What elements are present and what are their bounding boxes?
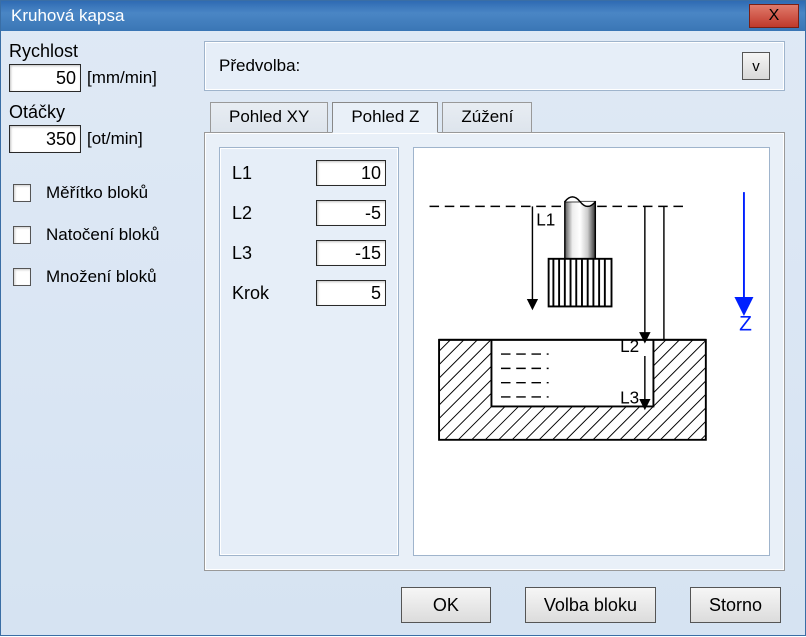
rychlost-input[interactable] xyxy=(9,64,81,92)
close-button[interactable]: X xyxy=(749,4,799,28)
window-title: Kruhová kapsa xyxy=(11,6,124,26)
diagram-box: L1 L2 L3 Z xyxy=(413,147,770,556)
preset-dropdown-button[interactable]: v xyxy=(742,52,770,80)
content: Rychlost [mm/min] Otáčky [ot/min] Měřítk… xyxy=(1,31,805,637)
meritko-checkbox[interactable] xyxy=(13,184,31,202)
mnozeni-checkbox-row[interactable]: Množení bloků xyxy=(9,265,188,289)
diagram-l2-label: L2 xyxy=(620,336,639,356)
natoceni-label: Natočení bloků xyxy=(46,225,159,245)
window: Kruhová kapsa X Rychlost [mm/min] Otáčky… xyxy=(0,0,806,636)
meritko-label: Měřítko bloků xyxy=(46,183,148,203)
otacky-label: Otáčky xyxy=(9,102,188,123)
tabstrip: Pohled XY Pohled Z Zúžení xyxy=(204,101,785,132)
preset-box: Předvolba: v xyxy=(204,41,785,91)
storno-button[interactable]: Storno xyxy=(690,587,781,623)
l1-input[interactable] xyxy=(316,160,386,186)
tab-zuzeni[interactable]: Zúžení xyxy=(442,102,532,133)
tab-pohled-xy[interactable]: Pohled XY xyxy=(210,102,328,133)
mnozeni-checkbox[interactable] xyxy=(13,268,31,286)
l2-label: L2 xyxy=(232,203,252,224)
ok-button[interactable]: OK xyxy=(401,587,491,623)
button-bar: OK Volba bloku Storno xyxy=(204,571,785,623)
params-panel: L1 L2 L3 Krok xyxy=(219,147,399,556)
right-area: Předvolba: v Pohled XY Pohled Z Zúžení L… xyxy=(196,31,805,637)
natoceni-checkbox-row[interactable]: Natočení bloků xyxy=(9,223,188,247)
l3-label: L3 xyxy=(232,243,252,264)
krok-input[interactable] xyxy=(316,280,386,306)
tab-body: L1 L2 L3 Krok xyxy=(204,132,785,571)
l3-input[interactable] xyxy=(316,240,386,266)
rychlost-unit: [mm/min] xyxy=(87,68,157,88)
meritko-checkbox-row[interactable]: Měřítko bloků xyxy=(9,181,188,205)
diagram-l3-label: L3 xyxy=(620,388,639,408)
diagram-z-label: Z xyxy=(739,312,752,335)
natoceni-checkbox[interactable] xyxy=(13,226,31,244)
diagram-l1-label: L1 xyxy=(536,209,555,229)
diagram-svg: L1 L2 L3 Z xyxy=(420,154,763,478)
left-panel: Rychlost [mm/min] Otáčky [ot/min] Měřítk… xyxy=(1,31,196,637)
otacky-input[interactable] xyxy=(9,125,81,153)
preset-label: Předvolba: xyxy=(219,56,300,76)
l1-label: L1 xyxy=(232,163,252,184)
krok-label: Krok xyxy=(232,283,269,304)
l2-input[interactable] xyxy=(316,200,386,226)
close-icon: X xyxy=(769,7,780,25)
volba-bloku-button[interactable]: Volba bloku xyxy=(525,587,656,623)
rychlost-label: Rychlost xyxy=(9,41,188,62)
otacky-unit: [ot/min] xyxy=(87,129,143,149)
mnozeni-label: Množení bloků xyxy=(46,267,157,287)
titlebar: Kruhová kapsa X xyxy=(1,1,805,31)
tab-pohled-z[interactable]: Pohled Z xyxy=(332,102,438,133)
